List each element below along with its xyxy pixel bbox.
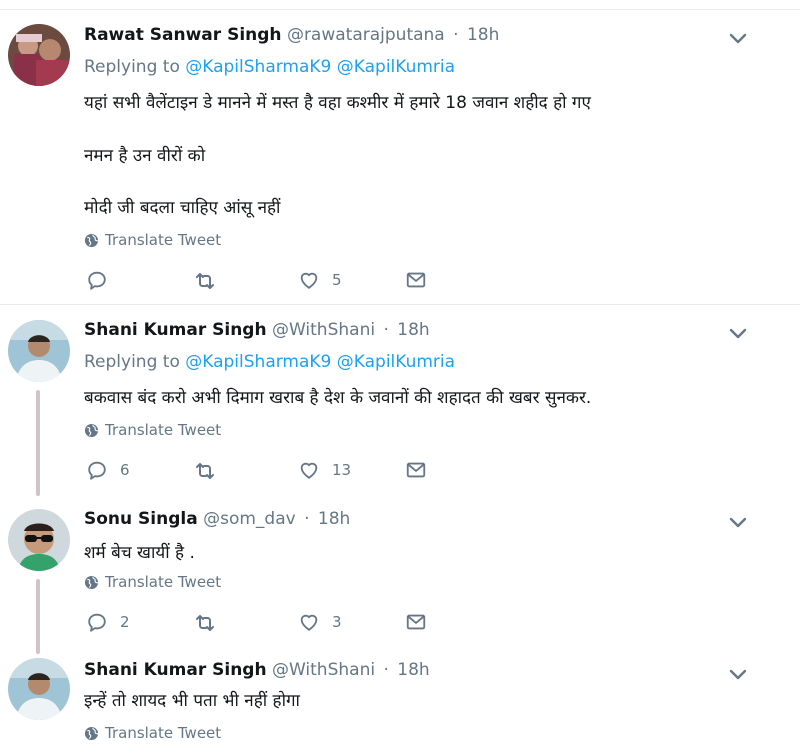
- chevron-down-icon[interactable]: [726, 510, 750, 534]
- retweet-button[interactable]: [193, 459, 217, 483]
- heart-icon: [298, 269, 320, 291]
- translate-tweet-link[interactable]: Translate Tweet: [84, 421, 221, 439]
- globe-icon: [84, 726, 99, 741]
- direct-message-button[interactable]: [405, 459, 427, 481]
- mention-link[interactable]: @KapilKumria: [337, 352, 455, 372]
- timestamp[interactable]: 18h: [467, 25, 499, 45]
- translate-tweet-link[interactable]: Translate Tweet: [84, 231, 221, 249]
- translate-tweet-link[interactable]: Translate Tweet: [84, 724, 221, 742]
- thread-connector: [36, 390, 40, 496]
- separator-dot: ·: [383, 660, 389, 680]
- like-count: 13: [332, 461, 352, 479]
- tweet-text-line: बकवास बंद करो अभी दिमाग खराब है देश के ज…: [84, 388, 592, 408]
- avatar[interactable]: [8, 24, 70, 86]
- user-handle[interactable]: @rawatarajputana: [287, 25, 445, 45]
- translate-label: Translate Tweet: [105, 231, 222, 249]
- retweet-button[interactable]: [193, 269, 217, 293]
- chevron-down-icon[interactable]: [726, 662, 750, 686]
- tweet-header: Sonu Singla @som_dav · 18h: [84, 508, 350, 530]
- user-handle[interactable]: @WithShani: [272, 320, 375, 340]
- replying-to-label: Replying to: [84, 57, 180, 77]
- mention-link[interactable]: @KapilSharmaK9: [185, 352, 331, 372]
- display-name[interactable]: Shani Kumar Singh: [84, 660, 267, 680]
- globe-icon: [84, 233, 99, 248]
- chevron-down-icon[interactable]: [726, 321, 750, 345]
- avatar[interactable]: [8, 320, 70, 382]
- translate-label: Translate Tweet: [105, 573, 222, 591]
- avatar[interactable]: [8, 658, 70, 720]
- tweet-header: Shani Kumar Singh @WithShani · 18h: [84, 659, 430, 681]
- globe-icon: [84, 423, 99, 438]
- translate-label: Translate Tweet: [105, 724, 222, 742]
- retweet-button[interactable]: [193, 611, 217, 635]
- tweet-text-line: यहां सभी वैलेंटाइन डे मानने में मस्त है …: [84, 93, 591, 113]
- display-name[interactable]: Shani Kumar Singh: [84, 320, 267, 340]
- retweet-icon: [193, 459, 217, 483]
- separator-dot: ·: [383, 320, 389, 340]
- like-count: 3: [332, 613, 342, 631]
- direct-message-button[interactable]: [405, 611, 427, 633]
- reply-count: 6: [120, 461, 130, 479]
- translate-label: Translate Tweet: [105, 421, 222, 439]
- thread-connector: [36, 579, 40, 654]
- display-name[interactable]: Sonu Singla: [84, 509, 198, 529]
- separator-dot: ·: [304, 509, 310, 529]
- separator-dot: ·: [453, 25, 459, 45]
- tweet-text-line: इन्हें तो शायद भी पता भी नहीं होगा: [84, 691, 300, 711]
- display-name[interactable]: Rawat Sanwar Singh: [84, 25, 282, 45]
- direct-message-button[interactable]: [405, 269, 427, 291]
- user-handle[interactable]: @WithShani: [272, 660, 375, 680]
- heart-icon: [298, 459, 320, 481]
- replying-to-label: Replying to: [84, 352, 180, 372]
- avatar[interactable]: [8, 509, 70, 571]
- timestamp[interactable]: 18h: [318, 509, 350, 529]
- replying-to: Replying to @KapilSharmaK9 @KapilKumria: [84, 352, 455, 372]
- tweet-text-line: शर्म बेच खायीं है .: [84, 543, 195, 563]
- tweet-text-line: मोदी जी बदला चाहिए आंसू नहीं: [84, 198, 281, 218]
- tweet-header: Shani Kumar Singh @WithShani · 18h: [84, 319, 430, 341]
- chevron-down-icon[interactable]: [726, 26, 750, 50]
- timestamp[interactable]: 18h: [397, 320, 429, 340]
- tweet-2[interactable]: Shani Kumar Singh @WithShani · 18h Reply…: [0, 305, 800, 496]
- reply-icon: [86, 459, 108, 481]
- tweet-3[interactable]: Sonu Singla @som_dav · 18h शर्म बेच खायी…: [0, 494, 800, 654]
- timestamp[interactable]: 18h: [397, 660, 429, 680]
- translate-tweet-link[interactable]: Translate Tweet: [84, 573, 221, 591]
- tweet-4[interactable]: Shani Kumar Singh @WithShani · 18h इन्हे…: [0, 652, 800, 756]
- replying-to: Replying to @KapilSharmaK9 @KapilKumria: [84, 57, 455, 77]
- tweet-text-line: नमन है उन वीरों को: [84, 146, 206, 166]
- reply-button[interactable]: [86, 269, 108, 291]
- globe-icon: [84, 575, 99, 590]
- reply-icon: [86, 269, 108, 291]
- mention-link[interactable]: @KapilKumria: [337, 57, 455, 77]
- reply-button[interactable]: 2: [86, 611, 130, 633]
- like-button[interactable]: 3: [298, 611, 342, 633]
- like-button[interactable]: 5: [298, 269, 342, 291]
- envelope-icon: [405, 459, 427, 481]
- retweet-icon: [193, 269, 217, 293]
- tweet-header: Rawat Sanwar Singh @rawatarajputana · 18…: [84, 24, 499, 46]
- tweet-1[interactable]: Rawat Sanwar Singh @rawatarajputana · 18…: [0, 0, 800, 304]
- envelope-icon: [405, 269, 427, 291]
- like-button[interactable]: 13: [298, 459, 351, 481]
- heart-icon: [298, 611, 320, 633]
- retweet-icon: [193, 611, 217, 635]
- user-handle[interactable]: @som_dav: [203, 509, 296, 529]
- reply-icon: [86, 611, 108, 633]
- like-count: 5: [332, 271, 342, 289]
- reply-button[interactable]: 6: [86, 459, 130, 481]
- envelope-icon: [405, 611, 427, 633]
- reply-count: 2: [120, 613, 130, 631]
- mention-link[interactable]: @KapilSharmaK9: [185, 57, 331, 77]
